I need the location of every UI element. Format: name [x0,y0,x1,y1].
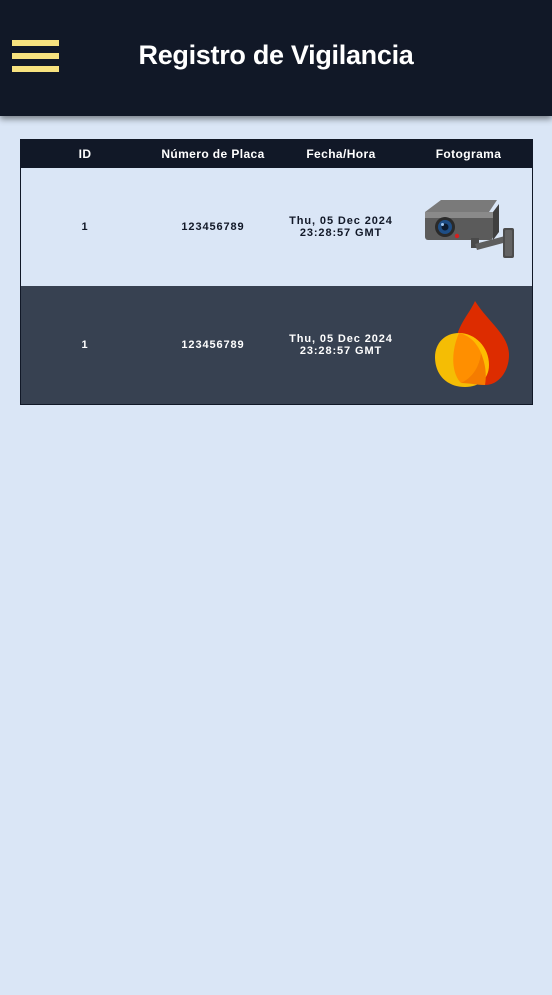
cell-datetime: Thu, 05 Dec 2024 23:28:57 GMT [277,286,405,404]
cell-datetime: Thu, 05 Dec 2024 23:28:57 GMT [277,168,405,286]
surveillance-table: ID Número de Placa Fecha/Hora Fotograma … [20,139,533,405]
time-text: 23:28:57 GMT [299,345,383,357]
column-header-plate: Número de Placa [161,147,265,161]
time-text: 23:28:57 GMT [299,227,383,239]
page-title: Registro de Vigilancia [138,40,414,70]
security-camera-image[interactable] [419,192,519,262]
top-bar: Registro de Vigilancia [0,0,552,116]
cell-id: 1 [81,339,89,351]
column-header-id: ID [78,147,92,161]
cell-plate: 123456789 [181,339,245,351]
table-header-row: ID Número de Placa Fecha/Hora Fotograma [21,140,532,168]
table-row: 1 123456789 Thu, 05 Dec 2024 23:28:57 GM… [21,286,532,404]
cell-plate: 123456789 [181,221,245,233]
column-header-frame: Fotograma [435,147,502,161]
table-row: 1 123456789 Thu, 05 Dec 2024 23:28:57 GM… [21,168,532,286]
column-header-datetime: Fecha/Hora [306,147,376,161]
cell-frame [405,286,532,404]
date-text: Thu, 05 Dec 2024 [289,215,393,227]
date-text: Thu, 05 Dec 2024 [289,333,393,345]
cell-id: 1 [81,221,89,233]
cell-frame [405,168,532,286]
flame-logo-image[interactable] [429,297,509,393]
